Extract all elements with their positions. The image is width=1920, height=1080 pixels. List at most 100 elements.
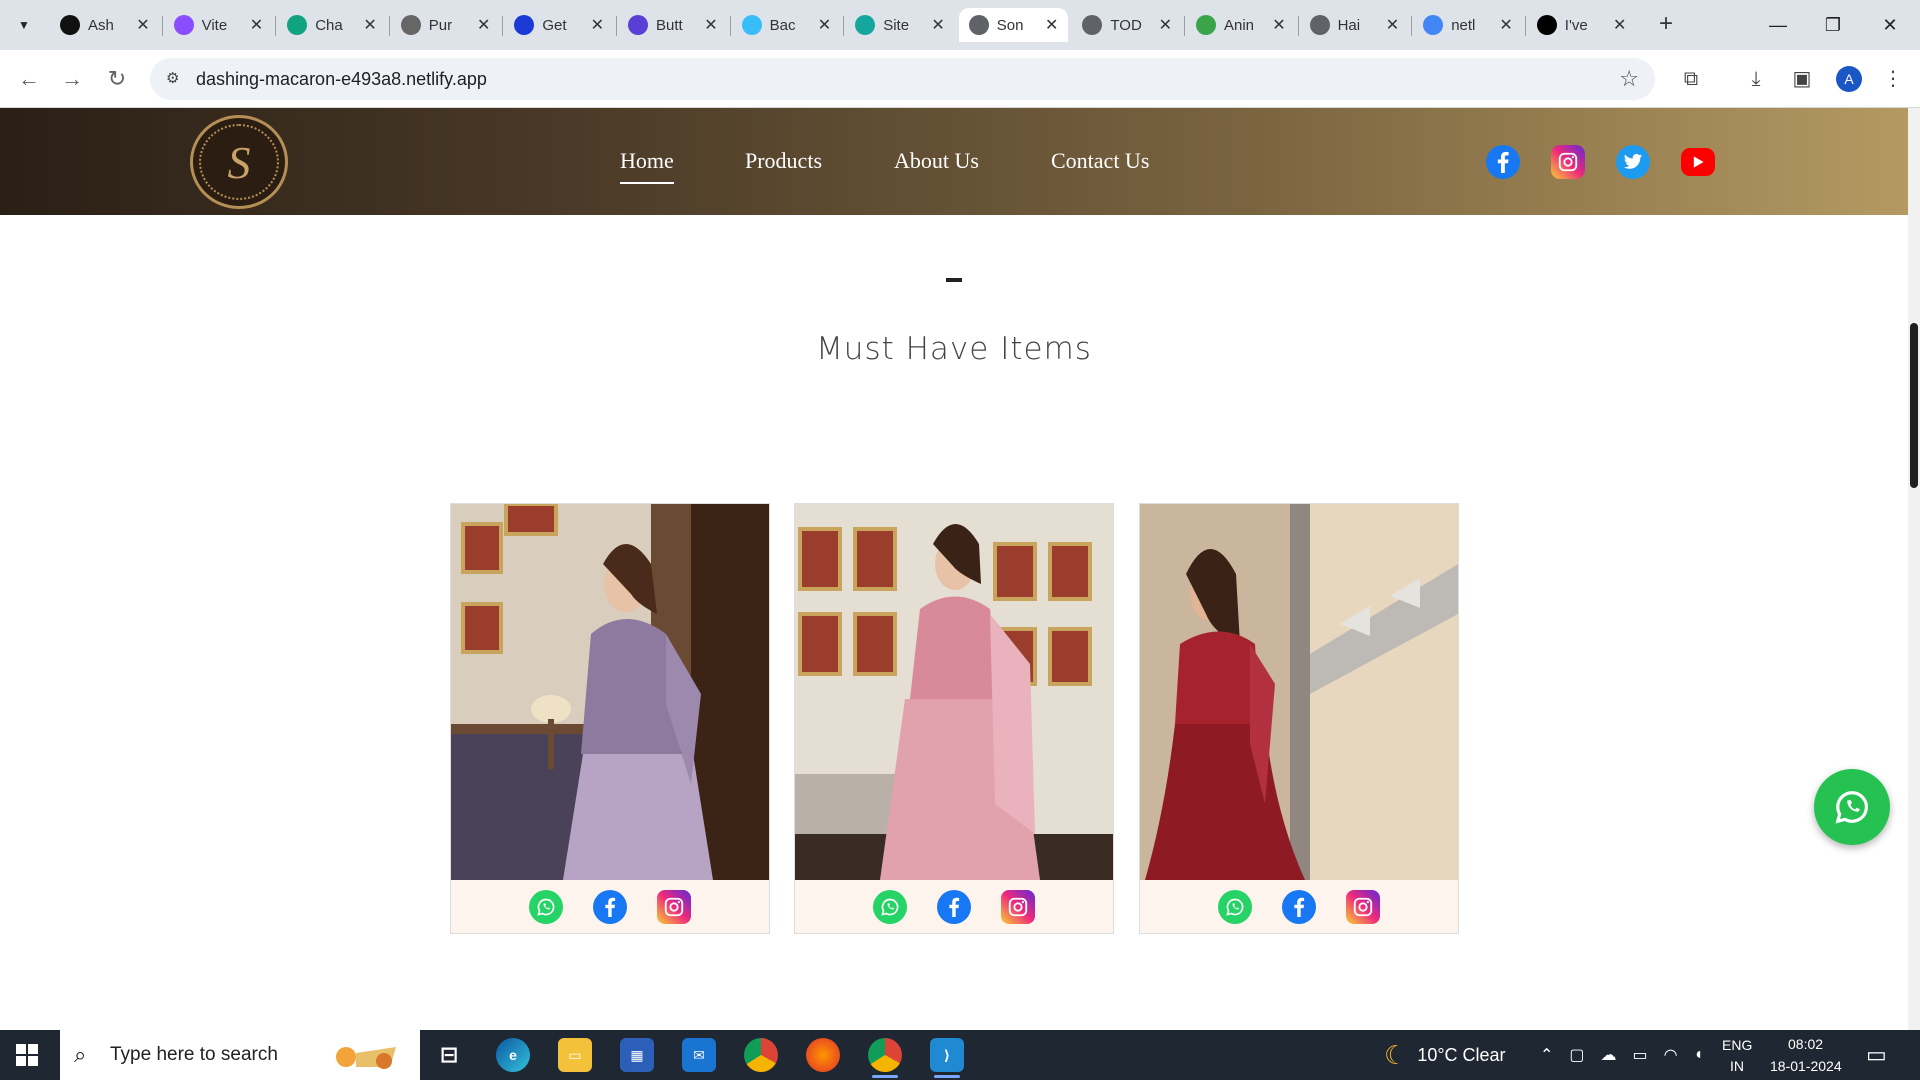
nav-contact-us[interactable]: Contact Us xyxy=(1051,148,1149,174)
scrollbar-thumb[interactable] xyxy=(1910,323,1918,488)
product-card[interactable] xyxy=(1139,503,1459,934)
browser-tab[interactable]: Site ✕ xyxy=(845,8,955,42)
twitter-icon[interactable] xyxy=(1616,145,1650,179)
close-tab-icon[interactable]: ✕ xyxy=(136,15,149,35)
browser-tab[interactable]: Vite ✕ xyxy=(164,8,274,42)
file-explorer-icon[interactable]: ▭ xyxy=(558,1038,592,1072)
language-bottom[interactable]: IN xyxy=(1730,1058,1744,1074)
vscode-icon[interactable]: ⟩ xyxy=(930,1038,964,1078)
close-tab-icon[interactable]: ✕ xyxy=(931,15,944,35)
chevron-up-icon[interactable]: ⌃ xyxy=(1540,1045,1553,1065)
product-photo-red-saree[interactable] xyxy=(1140,504,1458,880)
facebook-icon[interactable] xyxy=(1486,145,1520,179)
tab-title: Pur xyxy=(428,16,453,34)
product-photo-pink-lehenga[interactable] xyxy=(795,504,1113,880)
youtube-icon[interactable] xyxy=(1681,148,1715,176)
page-scrollbar[interactable] xyxy=(1908,108,1920,1030)
instagram-icon[interactable] xyxy=(1551,145,1585,179)
nav-about-us[interactable]: About Us xyxy=(894,148,979,174)
back-arrow-icon[interactable]: ← xyxy=(14,64,44,94)
site-logo[interactable]: S xyxy=(190,115,288,209)
close-tab-icon[interactable]: ✕ xyxy=(1499,15,1512,35)
tab-search-chevron-icon[interactable]: ▼ xyxy=(10,11,38,39)
onedrive-cloud-icon[interactable]: ☁ xyxy=(1601,1045,1617,1065)
product-card[interactable] xyxy=(450,503,770,934)
browser-tab[interactable]: Bac ✕ xyxy=(732,8,842,42)
chrome-icon[interactable] xyxy=(744,1038,778,1072)
instagram-icon[interactable] xyxy=(1001,889,1035,924)
url-text[interactable]: dashing-macaron-e493a8.netlify.app xyxy=(196,69,487,90)
nav-products[interactable]: Products xyxy=(745,148,822,174)
browser-tab[interactable]: Hai ✕ xyxy=(1300,8,1410,42)
browser-tab[interactable]: Ash ✕ xyxy=(50,8,160,42)
instagram-icon[interactable] xyxy=(657,889,691,924)
speaker-icon[interactable]: ◖ xyxy=(1694,1046,1704,1064)
close-tab-icon[interactable]: ✕ xyxy=(591,15,604,35)
logo-monogram: S xyxy=(199,124,279,200)
browser-tab[interactable]: Anin ✕ xyxy=(1186,8,1296,42)
tab-separator xyxy=(1411,16,1413,36)
browser-tab[interactable]: Get ✕ xyxy=(504,8,614,42)
reload-icon[interactable]: ↻ xyxy=(102,64,132,94)
menu-kebab-icon[interactable]: ⋮ xyxy=(1880,66,1906,92)
bookmark-star-icon[interactable]: ☆ xyxy=(1619,66,1639,92)
close-window-button[interactable]: ✕ xyxy=(1870,10,1910,40)
product-photo-lavender-outfit[interactable] xyxy=(451,504,769,880)
windows-start-icon[interactable] xyxy=(16,1044,38,1066)
language-top[interactable]: ENG xyxy=(1722,1037,1752,1053)
github-icon xyxy=(60,15,80,35)
tab-title: Anin xyxy=(1224,16,1255,34)
forward-arrow-icon[interactable]: → xyxy=(57,64,87,94)
maximize-button[interactable]: ❐ xyxy=(1813,10,1853,40)
notification-icon[interactable]: ▭ xyxy=(1866,1030,1887,1080)
instagram-icon[interactable] xyxy=(1346,889,1380,924)
close-tab-icon[interactable]: ✕ xyxy=(1272,15,1285,35)
close-tab-icon[interactable]: ✕ xyxy=(1159,15,1172,35)
facebook-icon[interactable] xyxy=(1282,889,1316,924)
whatsapp-floating-button[interactable] xyxy=(1814,769,1890,845)
meet-icon[interactable]: ▢ xyxy=(1569,1045,1584,1065)
close-tab-icon[interactable]: ✕ xyxy=(1045,15,1058,35)
browser-tab[interactable]: netl ✕ xyxy=(1413,8,1523,42)
extensions-icon[interactable]: ⧉ xyxy=(1678,66,1704,92)
product-card[interactable] xyxy=(794,503,1114,934)
minimize-button[interactable]: — xyxy=(1758,10,1798,40)
close-tab-icon[interactable]: ✕ xyxy=(1613,15,1626,35)
firefox-icon[interactable] xyxy=(806,1038,840,1072)
clock-date[interactable]: 18-01-2024 xyxy=(1770,1058,1842,1074)
taskbar-search-box[interactable]: ⌕ Type here to search xyxy=(60,1030,420,1080)
battery-icon[interactable]: ▭ xyxy=(1633,1045,1648,1065)
chrome-profile-icon[interactable] xyxy=(868,1038,902,1078)
mail-icon[interactable]: ✉ xyxy=(682,1038,716,1072)
edge-icon[interactable]: e xyxy=(496,1038,530,1072)
whatsapp-icon[interactable] xyxy=(873,889,907,924)
task-view-icon[interactable]: ⊟ xyxy=(432,1038,466,1072)
new-tab-button[interactable]: + xyxy=(1652,11,1680,39)
weather-widget[interactable]: ☾ 10°C Clear xyxy=(1384,1030,1506,1080)
facebook-icon[interactable] xyxy=(937,889,971,924)
browser-tab[interactable]: Son ✕ xyxy=(958,8,1069,42)
close-tab-icon[interactable]: ✕ xyxy=(363,15,376,35)
profile-avatar[interactable]: A xyxy=(1836,66,1862,92)
microsoft-store-icon[interactable]: ▦ xyxy=(620,1038,654,1072)
download-icon[interactable]: ⤓ xyxy=(1743,66,1769,92)
close-tab-icon[interactable]: ✕ xyxy=(1386,15,1399,35)
browser-tab[interactable]: Butt ✕ xyxy=(618,8,728,42)
close-tab-icon[interactable]: ✕ xyxy=(477,15,490,35)
browser-tab[interactable]: TOD ✕ xyxy=(1072,8,1182,42)
wifi-icon[interactable]: ◠ xyxy=(1664,1045,1678,1065)
side-panel-icon[interactable]: ▣ xyxy=(1789,66,1815,92)
whatsapp-icon[interactable] xyxy=(1218,889,1252,924)
browser-tab[interactable]: Pur ✕ xyxy=(391,8,501,42)
nav-home[interactable]: Home xyxy=(620,148,674,184)
address-bar[interactable]: ⚙ dashing-macaron-e493a8.netlify.app ☆ xyxy=(150,58,1655,100)
site-info-icon[interactable]: ⚙ xyxy=(166,69,186,89)
close-tab-icon[interactable]: ✕ xyxy=(818,15,831,35)
browser-tab[interactable]: I've ✕ xyxy=(1527,8,1637,42)
facebook-icon[interactable] xyxy=(593,889,627,924)
close-tab-icon[interactable]: ✕ xyxy=(704,15,717,35)
whatsapp-icon[interactable] xyxy=(529,889,563,924)
clock-time[interactable]: 08:02 xyxy=(1788,1036,1823,1052)
browser-tab[interactable]: Cha ✕ xyxy=(277,8,387,42)
close-tab-icon[interactable]: ✕ xyxy=(250,15,263,35)
